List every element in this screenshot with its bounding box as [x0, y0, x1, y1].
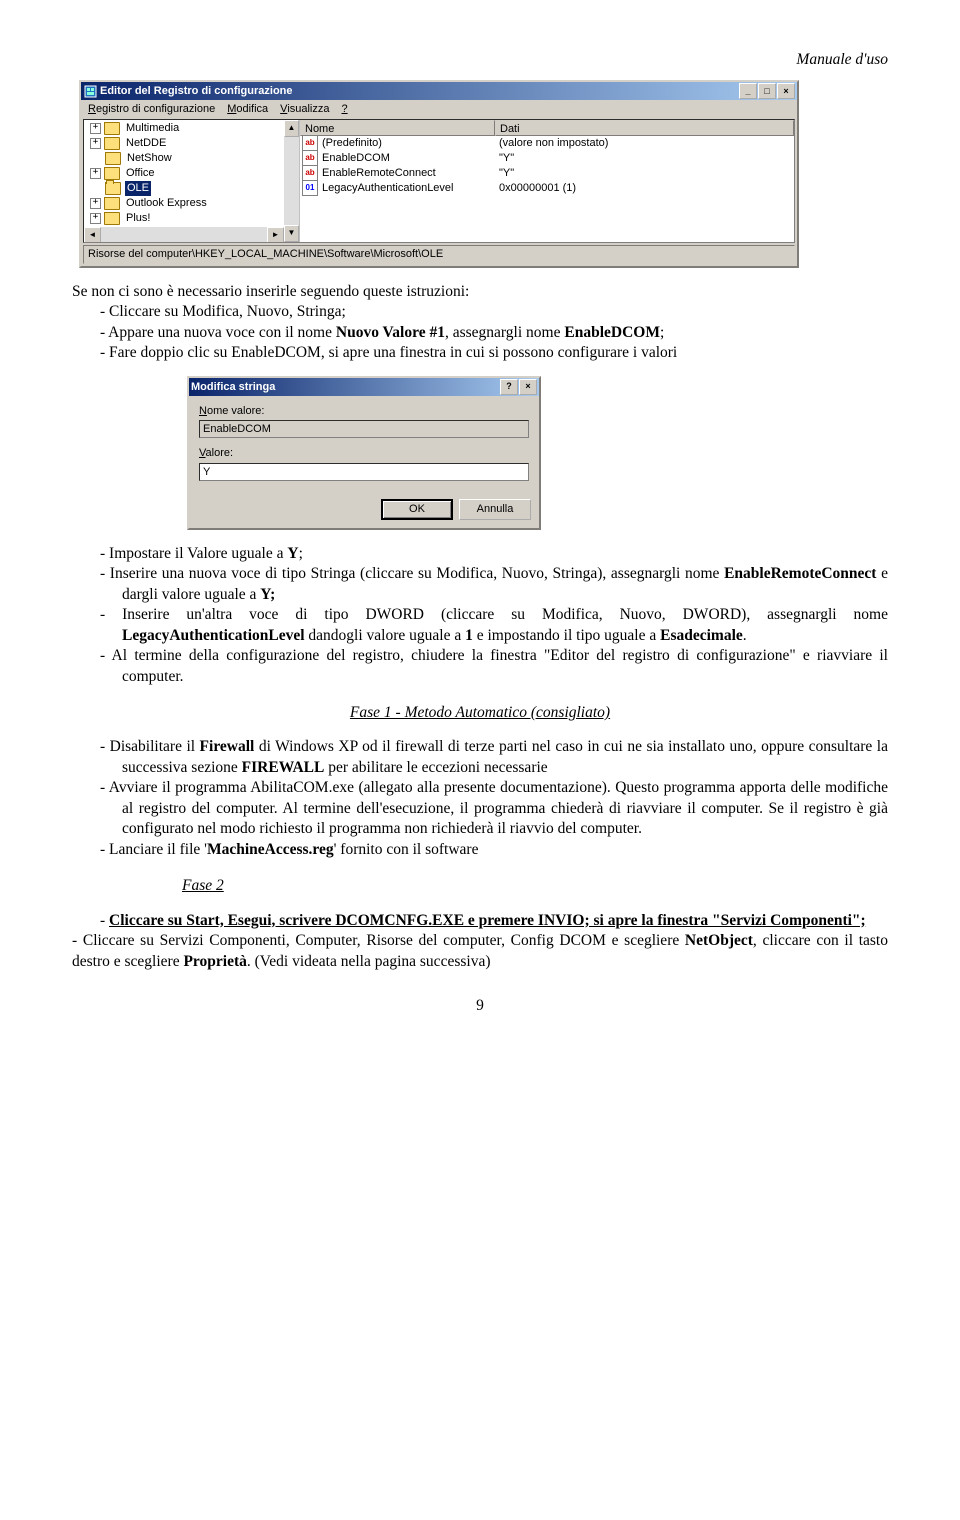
- string-value-icon: ab: [302, 135, 318, 151]
- regedit-title: Editor del Registro di configurazione: [100, 84, 293, 99]
- instruction-list-2: - Impostare il Valore uguale a Y; - Inse…: [72, 544, 888, 687]
- folder-icon: [104, 122, 120, 135]
- list-row[interactable]: abEnableRemoteConnect"Y": [300, 166, 794, 181]
- folder-icon: [104, 167, 120, 180]
- scroll-down-button[interactable]: ▼: [284, 225, 299, 242]
- close-button[interactable]: ×: [519, 379, 537, 395]
- regedit-titlebar[interactable]: Editor del Registro di configurazione _ …: [81, 82, 797, 100]
- ok-button[interactable]: OK: [381, 499, 453, 520]
- scroll-left-button[interactable]: ◄: [84, 227, 101, 242]
- menu-help[interactable]: ?: [337, 101, 355, 118]
- expand-icon[interactable]: +: [90, 138, 101, 149]
- tree-item: OLE: [84, 181, 299, 196]
- statusbar: Risorse del computer\HKEY_LOCAL_MACHINE\…: [83, 245, 795, 264]
- folder-open-icon: [105, 182, 121, 195]
- intro-text: Se non ci sono è necessario inserirle se…: [72, 282, 888, 302]
- close-button[interactable]: ×: [777, 83, 795, 99]
- menu-edit[interactable]: Modifica: [222, 101, 275, 118]
- regedit-window: Editor del Registro di configurazione _ …: [79, 80, 799, 268]
- string-value-icon: ab: [302, 150, 318, 166]
- values-list[interactable]: Nome Dati ab(Predefinito)(valore non imp…: [300, 120, 794, 242]
- tree-item: +NetDDE: [84, 136, 299, 151]
- tree-item: NetShow: [84, 151, 299, 166]
- expand-icon[interactable]: +: [90, 213, 101, 224]
- col-data-header[interactable]: Dati: [495, 120, 794, 136]
- list-row[interactable]: 01LegacyAuthenticationLevel0x00000001 (1…: [300, 181, 794, 196]
- page-number: 9: [72, 996, 888, 1016]
- tree-item: +Plus!: [84, 211, 299, 226]
- modify-string-dialog: Modifica stringa ? × Nome valore: Valore…: [187, 376, 541, 530]
- tree-item: +Outlook Express: [84, 196, 299, 211]
- list-row[interactable]: abEnableDCOM"Y": [300, 151, 794, 166]
- scrollbar-track[interactable]: [284, 137, 299, 225]
- list-row[interactable]: ab(Predefinito)(valore non impostato): [300, 136, 794, 151]
- menu-view[interactable]: Visualizza: [275, 101, 336, 118]
- phase2-heading: Fase 2: [72, 876, 888, 896]
- cancel-button[interactable]: Annulla: [459, 499, 531, 520]
- help-button[interactable]: ?: [500, 379, 518, 395]
- folder-icon: [105, 152, 121, 165]
- tree-pane[interactable]: +Multimedia +NetDDE NetShow +Office OLE …: [84, 120, 300, 242]
- tree-item: +Multimedia: [84, 121, 299, 136]
- string-value-icon: ab: [302, 165, 318, 181]
- menu-registry[interactable]: RRegistro di configurazioneegistro di co…: [83, 101, 222, 118]
- dialog-titlebar[interactable]: Modifica stringa ? ×: [189, 378, 539, 396]
- minimize-button[interactable]: _: [739, 83, 757, 99]
- value-data-input[interactable]: [199, 463, 529, 481]
- expand-icon[interactable]: +: [90, 198, 101, 209]
- col-name-header[interactable]: Nome: [300, 120, 495, 136]
- scroll-up-button[interactable]: ▲: [284, 120, 299, 137]
- expand-icon[interactable]: +: [90, 123, 101, 134]
- scrollbar-h-track[interactable]: [101, 227, 267, 242]
- dialog-title: Modifica stringa: [191, 380, 275, 395]
- phase1-list: - Disabilitare il Firewall di Windows XP…: [72, 737, 888, 860]
- instruction-list-1: - Cliccare su Modifica, Nuovo, Stringa; …: [72, 302, 888, 363]
- expand-icon[interactable]: +: [90, 168, 101, 179]
- phase2-list: - Cliccare su Start, Esegui, scrivere DC…: [72, 911, 888, 931]
- name-label: Nome valore:: [199, 404, 529, 419]
- maximize-button[interactable]: □: [758, 83, 776, 99]
- app-icon: [83, 84, 97, 98]
- menubar: RRegistro di configurazioneegistro di co…: [81, 100, 797, 119]
- dword-value-icon: 01: [302, 180, 318, 196]
- value-name-input: [199, 420, 529, 438]
- folder-icon: [104, 137, 120, 150]
- folder-icon: [104, 212, 120, 225]
- value-label: Valore:: [199, 446, 529, 461]
- tree-item: +Office: [84, 166, 299, 181]
- page-header: Manuale d'uso: [72, 50, 888, 70]
- phase2-para: - Cliccare su Servizi Componenti, Comput…: [72, 931, 888, 972]
- folder-icon: [104, 197, 120, 210]
- scroll-right-button[interactable]: ►: [267, 227, 284, 242]
- phase1-heading: Fase 1 - Metodo Automatico (consigliato): [72, 703, 888, 723]
